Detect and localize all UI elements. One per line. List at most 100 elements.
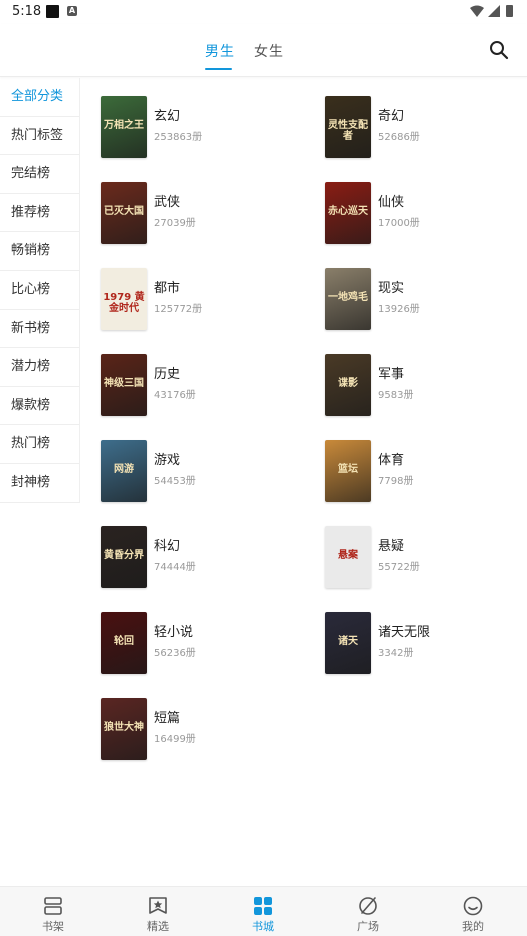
search-icon[interactable] [488, 39, 510, 61]
sidebar-item-hot-tags[interactable]: 热门标签 [0, 117, 80, 156]
category-name: 诸天无限 [378, 625, 431, 640]
book-cover: 已灭大国 [101, 182, 147, 244]
category-count: 55722册 [378, 562, 420, 573]
category-count: 27039册 [154, 218, 196, 229]
nav-plaza-label: 广场 [357, 920, 379, 933]
category-name: 军事 [378, 367, 405, 382]
category-name: 都市 [154, 281, 181, 296]
book-cover-title: 轮回 [114, 636, 134, 647]
plaza-icon [359, 897, 377, 915]
tab-male[interactable]: 男生 [205, 41, 235, 61]
category-name: 奇幻 [378, 109, 405, 124]
category-count: 125772册 [154, 304, 203, 315]
category-item[interactable]: 灵性支配者 奇幻 52686册 [325, 96, 525, 158]
tab-female[interactable]: 女生 [254, 41, 284, 61]
category-count: 7798册 [378, 476, 414, 487]
book-cover-title: 赤心巡天 [328, 206, 368, 217]
category-item[interactable]: 1979 黄金时代 都市 125772册 [101, 268, 301, 330]
nav-profile[interactable]: 我的 [433, 887, 513, 936]
book-cover-title: 网游 [114, 464, 134, 475]
category-name: 仙侠 [378, 195, 405, 210]
book-cover-title: 万相之王 [104, 120, 144, 131]
nav-bookstore-label: 书城 [252, 920, 274, 933]
category-name: 游戏 [154, 453, 181, 468]
category-item[interactable]: 谍影 军事 9583册 [325, 354, 525, 416]
category-item[interactable]: 一地鸡毛 现实 13926册 [325, 268, 525, 330]
sidebar-divider [79, 78, 80, 502]
book-cover-title: 灵性支配者 [328, 120, 368, 142]
category-name: 玄幻 [154, 109, 181, 124]
sidebar-item-viral[interactable]: 爆款榜 [0, 387, 80, 426]
top-tab-bar: 男生 女生 [0, 24, 527, 77]
book-cover-title: 黄昏分界 [104, 550, 144, 561]
book-cover: 谍影 [325, 354, 371, 416]
sidebar-item-legend[interactable]: 封神榜 [0, 464, 80, 503]
star-icon [149, 897, 167, 914]
category-count: 54453册 [154, 476, 196, 487]
category-count: 13926册 [378, 304, 420, 315]
nav-plaza[interactable]: 广场 [328, 887, 408, 936]
category-name: 悬疑 [378, 539, 405, 554]
tab-indicator [205, 68, 232, 70]
category-count: 52686册 [378, 132, 420, 143]
sidebar-item-new[interactable]: 新书榜 [0, 310, 80, 349]
notification-icon [46, 5, 59, 18]
sidebar-item-popular[interactable]: 热门榜 [0, 425, 80, 464]
sidebar-item-recommended[interactable]: 推荐榜 [0, 194, 80, 233]
book-cover: 网游 [101, 440, 147, 502]
book-cover-title: 谍影 [338, 378, 358, 389]
book-cover-title: 篮坛 [338, 464, 358, 475]
category-item[interactable]: 神级三国 历史 43176册 [101, 354, 301, 416]
app-notification-icon: A [67, 6, 77, 16]
category-item[interactable]: 轮回 轻小说 56236册 [101, 612, 301, 674]
category-name: 科幻 [154, 539, 181, 554]
nav-bookshelf[interactable]: 书架 [13, 887, 93, 936]
sidebar-item-all[interactable]: 全部分类 [0, 78, 80, 117]
category-name: 短篇 [154, 711, 181, 726]
category-item[interactable]: 狼世大神 短篇 16499册 [101, 698, 301, 760]
nav-bookstore[interactable]: 书城 [223, 887, 303, 936]
category-item[interactable]: 已灭大国 武侠 27039册 [101, 182, 301, 244]
sidebar-item-heart[interactable]: 比心榜 [0, 271, 80, 310]
category-name: 体育 [378, 453, 405, 468]
book-cover: 神级三国 [101, 354, 147, 416]
category-count: 74444册 [154, 562, 196, 573]
book-cover-title: 诸天 [338, 636, 358, 647]
category-count: 3342册 [378, 648, 414, 659]
category-item[interactable]: 赤心巡天 仙侠 17000册 [325, 182, 525, 244]
category-count: 17000册 [378, 218, 420, 229]
book-cover: 一地鸡毛 [325, 268, 371, 330]
signal-battery-icon [470, 5, 513, 17]
book-cover: 灵性支配者 [325, 96, 371, 158]
nav-featured[interactable]: 精选 [118, 887, 198, 936]
category-item[interactable]: 万相之王 玄幻 253863册 [101, 96, 301, 158]
category-name: 历史 [154, 367, 181, 382]
book-cover: 诸天 [325, 612, 371, 674]
category-item[interactable]: 黄昏分界 科幻 74444册 [101, 526, 301, 588]
category-item[interactable]: 篮坛 体育 7798册 [325, 440, 525, 502]
book-cover-title: 悬案 [338, 550, 358, 561]
nav-profile-label: 我的 [462, 920, 484, 933]
category-name: 现实 [378, 281, 405, 296]
book-cover: 赤心巡天 [325, 182, 371, 244]
bookshelf-icon [44, 897, 62, 915]
category-sidebar: 全部分类 热门标签 完结榜 推荐榜 畅销榜 比心榜 新书榜 潜力榜 爆款榜 热门… [0, 78, 80, 503]
profile-icon [463, 896, 483, 916]
category-name: 武侠 [154, 195, 181, 210]
sidebar-item-completed[interactable]: 完结榜 [0, 155, 80, 194]
sidebar-item-potential[interactable]: 潜力榜 [0, 348, 80, 387]
book-cover: 悬案 [325, 526, 371, 588]
category-count: 16499册 [154, 734, 196, 745]
grid-icon [254, 897, 272, 915]
category-count: 56236册 [154, 648, 196, 659]
status-bar: 5:18 A [0, 0, 527, 24]
category-item[interactable]: 诸天 诸天无限 3342册 [325, 612, 525, 674]
sidebar-item-bestseller[interactable]: 畅销榜 [0, 232, 80, 271]
category-item[interactable]: 网游 游戏 54453册 [101, 440, 301, 502]
book-cover-title: 神级三国 [104, 378, 144, 389]
category-count: 43176册 [154, 390, 196, 401]
category-item[interactable]: 悬案 悬疑 55722册 [325, 526, 525, 588]
nav-bookshelf-label: 书架 [42, 920, 64, 933]
bottom-nav: 书架 精选 书城 广场 我的 [0, 886, 527, 936]
category-count: 253863册 [154, 132, 203, 143]
